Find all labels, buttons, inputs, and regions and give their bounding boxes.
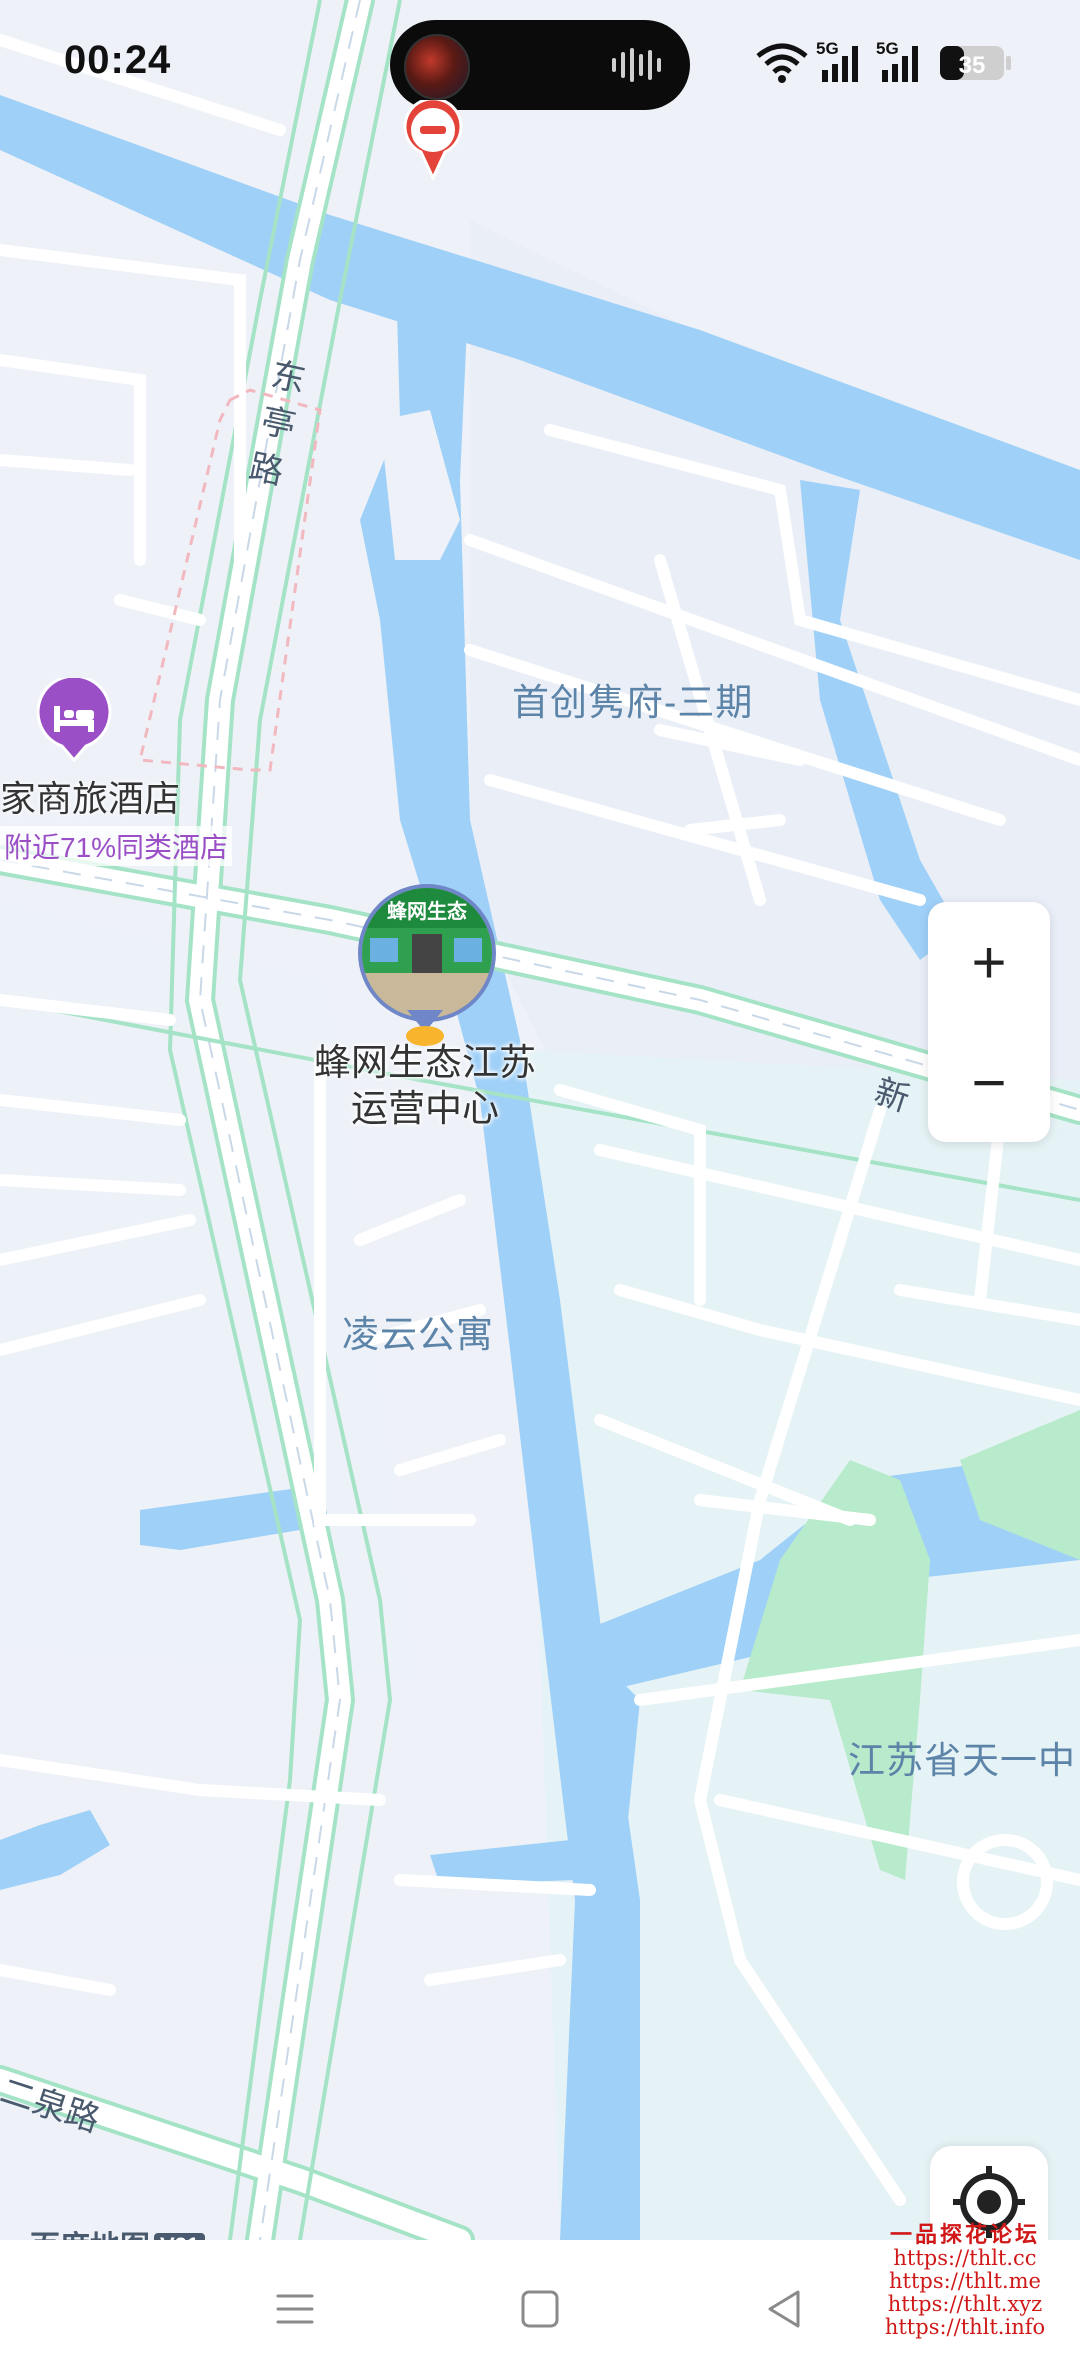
watermark-url-3: https://thlt.xyz	[887, 2292, 1043, 2316]
home-icon[interactable]	[515, 2284, 565, 2334]
no-entry-pin-icon[interactable]	[403, 100, 463, 180]
status-bar: 00:24 5G 5G 35	[0, 0, 1080, 130]
svg-text:5G: 5G	[876, 39, 899, 58]
audio-wave-icon	[612, 48, 661, 82]
zoom-controls: + −	[928, 902, 1050, 1142]
zoom-in-button[interactable]: +	[928, 902, 1050, 1022]
signal-icon-1: 5G	[816, 39, 858, 82]
back-icon[interactable]	[760, 2284, 810, 2334]
watermark-url-1: https://thlt.cc	[893, 2246, 1037, 2270]
signal-icon-2: 5G	[876, 39, 918, 82]
svg-text:35: 35	[959, 52, 986, 79]
dynamic-island[interactable]	[390, 20, 690, 110]
status-time: 00:24	[64, 38, 172, 82]
svg-text:5G: 5G	[816, 39, 839, 58]
watermark-title: 一品探花论坛	[889, 2222, 1040, 2248]
hotel-bed-icon[interactable]	[36, 678, 112, 762]
area-label-shouchuang[interactable]: 首创隽府-三期	[512, 672, 753, 726]
menu-icon[interactable]	[270, 2284, 320, 2334]
wifi-icon	[756, 43, 808, 83]
area-label-lingyun[interactable]: 凌云公寓	[342, 1304, 494, 1358]
poi-name-line1: 蜂网生态江苏	[314, 1042, 536, 1083]
area-label-school[interactable]: 江苏省天一中	[848, 1730, 1076, 1784]
watermark-url-4: https://thlt.info	[884, 2315, 1046, 2339]
watermark: 一品探花论坛 https://thlt.cc https://thlt.me h…	[850, 2224, 1080, 2339]
zoom-out-button[interactable]: −	[928, 1022, 1050, 1142]
poi-name[interactable]: 蜂网生态江苏 运营中心	[290, 1040, 560, 1132]
watermark-url-2: https://thlt.me	[889, 2269, 1041, 2293]
media-artwork	[404, 34, 470, 100]
hotel-name[interactable]: 家商旅酒店	[0, 770, 180, 822]
battery-icon: 35	[940, 46, 1011, 80]
status-icons: 5G 5G 35	[752, 36, 1052, 86]
poi-photo: 蜂网生态	[358, 884, 496, 1022]
poi-name-line2: 运营中心	[351, 1088, 499, 1129]
svg-text:蜂网生态: 蜂网生态	[387, 899, 467, 923]
hotel-subtitle[interactable]: 附近71%同类酒店	[0, 826, 233, 866]
poi-marker[interactable]: 蜂网生态	[352, 878, 498, 1056]
